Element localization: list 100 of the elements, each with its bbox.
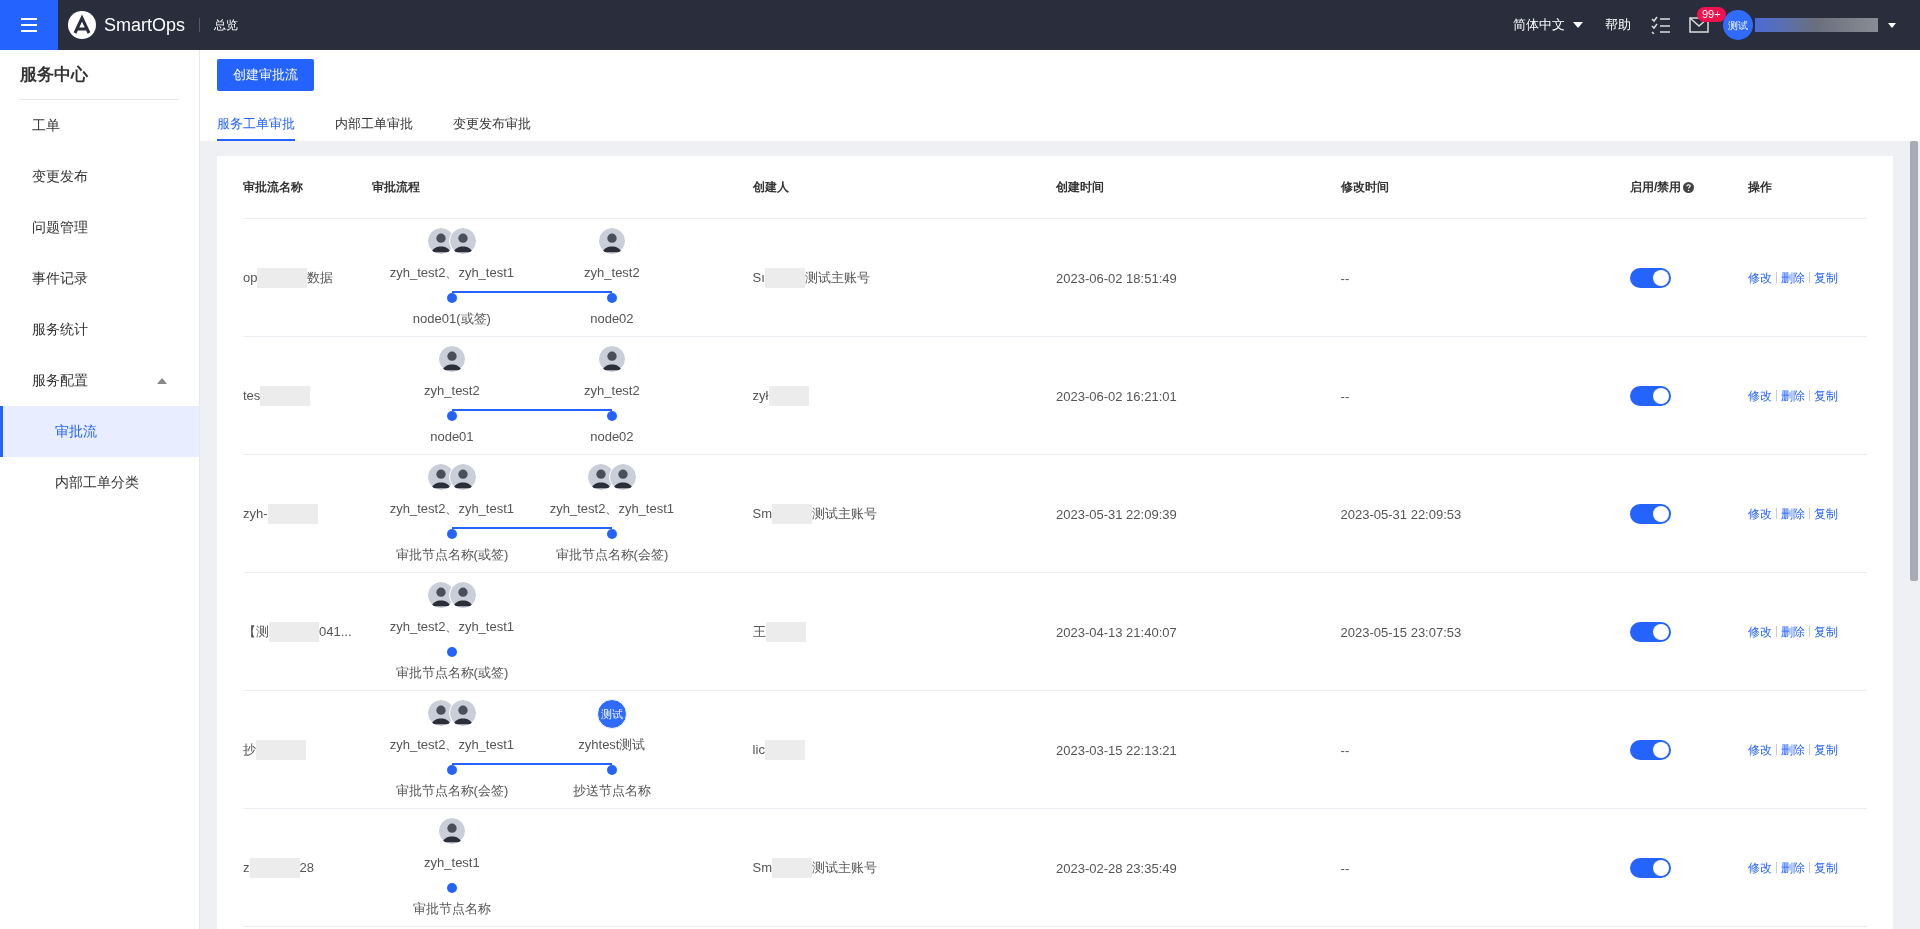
menu-button[interactable] bbox=[0, 0, 58, 50]
approver-names: zyh_test2 bbox=[424, 382, 480, 400]
approver-names: zyh_test2 bbox=[584, 264, 640, 282]
flow-name: op bbox=[243, 268, 258, 287]
node-label: node02 bbox=[590, 309, 634, 328]
sidebar-item[interactable]: 工单 bbox=[0, 100, 199, 151]
avatar bbox=[448, 581, 477, 609]
language-select[interactable]: 简体中文 bbox=[1513, 15, 1583, 35]
tab[interactable]: 变更发布审批 bbox=[453, 109, 531, 141]
action-link[interactable]: 修改 bbox=[1748, 858, 1773, 877]
action-link[interactable]: 删除 bbox=[1781, 504, 1806, 523]
created-time: 2023-03-15 22:13:21 bbox=[1056, 742, 1177, 758]
avatar bbox=[597, 345, 626, 373]
node-label: 审批节点名称(或签) bbox=[395, 545, 509, 564]
action-link[interactable]: 复制 bbox=[1814, 622, 1839, 641]
action-link[interactable]: 删除 bbox=[1781, 740, 1806, 759]
action-link[interactable]: 删除 bbox=[1781, 386, 1806, 405]
node-label: 审批节点名称 bbox=[412, 899, 491, 918]
caret-icon bbox=[157, 377, 167, 384]
sidebar-item[interactable]: 服务配置 bbox=[0, 355, 199, 406]
sidebar-item[interactable]: 变更发布 bbox=[0, 151, 199, 202]
modified-time: -- bbox=[1340, 742, 1350, 758]
action-link[interactable]: 复制 bbox=[1814, 268, 1839, 287]
approver-names: zyhtest测试 bbox=[578, 736, 646, 754]
created-time: 2023-06-02 18:51:49 bbox=[1056, 270, 1177, 286]
enable-toggle[interactable] bbox=[1630, 267, 1672, 288]
creator-name: 测试主账号 bbox=[804, 268, 870, 287]
sidebar-subitem[interactable]: 审批流 bbox=[0, 406, 199, 457]
creator-name: lic bbox=[752, 740, 765, 759]
approver-names: zyh_test2、zyh_test1 bbox=[389, 618, 515, 636]
logo-icon bbox=[68, 11, 96, 39]
creator-name: 测试主账号 bbox=[812, 858, 878, 877]
action-link[interactable]: 复制 bbox=[1814, 740, 1839, 759]
tab[interactable]: 内部工单审批 bbox=[335, 109, 413, 141]
sidebar-item[interactable]: 问题管理 bbox=[0, 202, 199, 253]
checklist-icon[interactable] bbox=[1651, 16, 1671, 34]
help-icon[interactable] bbox=[1683, 181, 1695, 193]
action-link[interactable]: 修改 bbox=[1748, 386, 1773, 405]
flow-name: 抄 bbox=[243, 740, 256, 759]
flow-name: 【测 bbox=[243, 622, 269, 641]
sidebar-item[interactable]: 服务统计 bbox=[0, 304, 199, 355]
column-header: 操作 bbox=[1748, 179, 1773, 196]
flow-name: z bbox=[243, 858, 250, 877]
modified-time: 2023-05-31 22:09:53 bbox=[1340, 506, 1462, 522]
menu-icon bbox=[21, 18, 37, 32]
enable-toggle[interactable] bbox=[1630, 857, 1672, 878]
enable-toggle[interactable] bbox=[1630, 621, 1672, 642]
action-link[interactable]: 复制 bbox=[1814, 504, 1839, 523]
enable-toggle[interactable] bbox=[1630, 385, 1672, 406]
node-label: 审批节点名称(或签) bbox=[395, 663, 509, 682]
enable-toggle[interactable] bbox=[1630, 503, 1672, 524]
creator-name: 测试主账号 bbox=[812, 504, 878, 523]
caret-icon bbox=[1573, 22, 1583, 28]
flow-name: 数据 bbox=[307, 268, 334, 287]
column-header: 审批流名称 bbox=[243, 179, 303, 196]
column-header: 审批流程 bbox=[371, 179, 420, 196]
avatar bbox=[437, 345, 466, 373]
action-link[interactable]: 删除 bbox=[1781, 858, 1806, 877]
creator-name: Sm bbox=[752, 504, 773, 523]
created-time: 2023-06-02 16:21:01 bbox=[1056, 388, 1177, 404]
sidebar-item[interactable]: 事件记录 bbox=[0, 253, 199, 304]
user-avatar[interactable]: 测试 bbox=[1723, 10, 1753, 40]
creator-name: Sı bbox=[752, 268, 765, 287]
avatar bbox=[448, 463, 477, 491]
brand-name: SmartOps bbox=[104, 13, 186, 37]
sidebar-subitem[interactable]: 内部工单分类 bbox=[0, 457, 199, 508]
create-flow-button[interactable]: 创建审批流 bbox=[217, 59, 314, 91]
enable-toggle[interactable] bbox=[1630, 739, 1672, 760]
avatar bbox=[437, 817, 466, 845]
column-header: 创建时间 bbox=[1056, 179, 1104, 196]
caret-icon[interactable] bbox=[1888, 22, 1896, 28]
approver-names: zyh_test2、zyh_test1 bbox=[389, 264, 515, 282]
action-link[interactable]: 复制 bbox=[1814, 386, 1839, 405]
node-label: 审批节点名称(会签) bbox=[555, 545, 669, 564]
flow-name: 28 bbox=[299, 858, 314, 877]
node-label: node01(或签) bbox=[412, 309, 491, 328]
action-link[interactable]: 修改 bbox=[1748, 740, 1773, 759]
flow-name: 041... bbox=[319, 622, 352, 641]
action-link[interactable]: 修改 bbox=[1748, 504, 1773, 523]
action-link[interactable]: 修改 bbox=[1748, 622, 1773, 641]
node-label: node01 bbox=[430, 427, 474, 446]
flow-name: tes bbox=[243, 386, 261, 405]
help-link[interactable]: 帮助 bbox=[1605, 15, 1631, 35]
avatar bbox=[448, 699, 477, 727]
avatar bbox=[448, 227, 477, 255]
node-label: 抄送节点名称 bbox=[572, 781, 651, 800]
creator-name: 王 bbox=[752, 622, 766, 641]
action-link[interactable]: 修改 bbox=[1748, 268, 1773, 287]
nav-link[interactable]: 总览 bbox=[214, 16, 239, 34]
approver-names: zyh_test2 bbox=[584, 382, 640, 400]
approver-names: zyh_test2、zyh_test1 bbox=[389, 736, 515, 754]
action-link[interactable]: 删除 bbox=[1781, 622, 1806, 641]
column-header: 创建人 bbox=[752, 179, 789, 196]
approver-names: zyh_test1 bbox=[424, 854, 480, 872]
creator-name: Sm bbox=[752, 858, 773, 877]
avatar: 测试 bbox=[596, 699, 627, 729]
action-link[interactable]: 删除 bbox=[1781, 268, 1806, 287]
action-link[interactable]: 复制 bbox=[1814, 858, 1839, 877]
column-header: 修改时间 bbox=[1340, 179, 1389, 196]
approver-names: zyh_test2、zyh_test1 bbox=[389, 500, 515, 518]
